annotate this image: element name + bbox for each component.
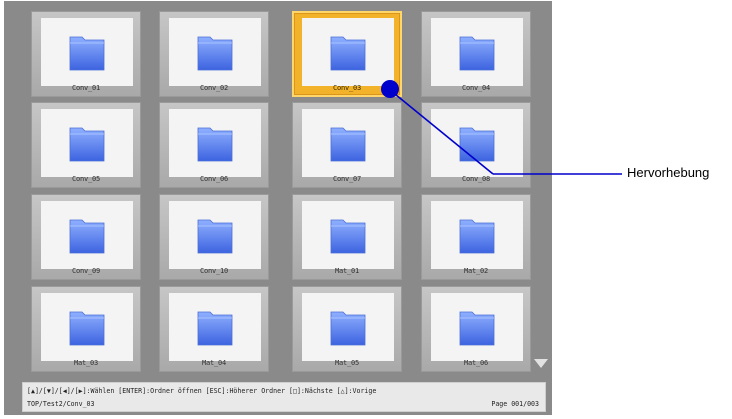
- callout-line-diagonal: [389, 89, 494, 175]
- callout-line: [381, 80, 622, 175]
- callout-dot-icon: [381, 80, 399, 98]
- callout-label: Hervorhebung: [627, 165, 710, 180]
